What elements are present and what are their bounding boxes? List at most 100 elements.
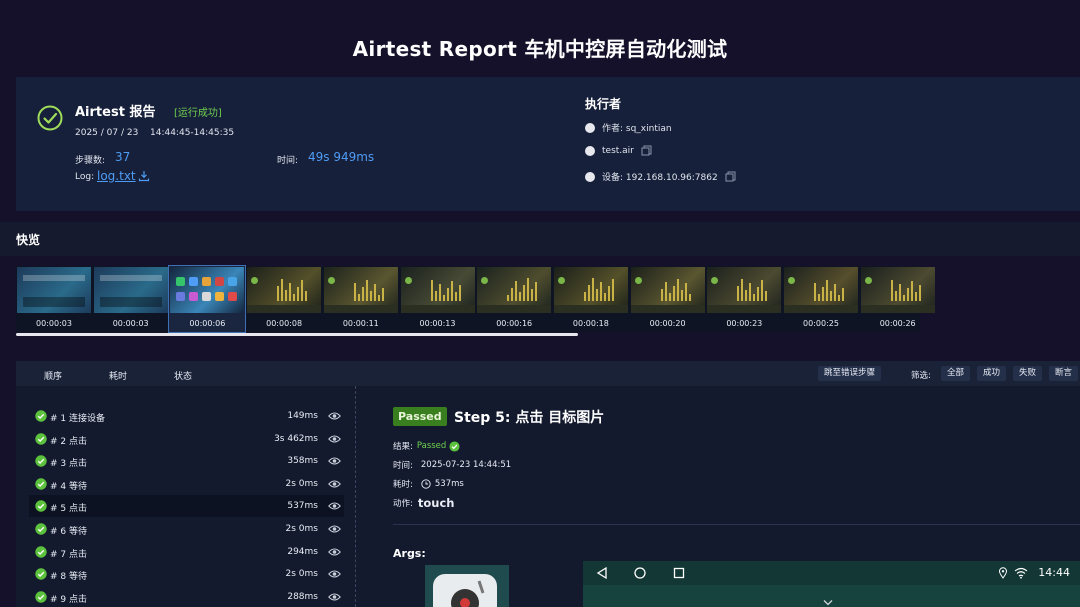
thumbnail-scrollbar[interactable] [16,333,578,336]
device-screenshot[interactable]: 14:44 [583,561,1080,607]
eye-icon[interactable] [328,592,341,602]
step-label: # 3 点击 [50,459,87,470]
detail-cost-row: 耗时: 537ms [393,478,464,490]
thumbnail[interactable]: 00:00:23 [706,266,782,332]
step-row[interactable]: # 4 等待 2s 0ms [29,473,344,495]
thumbnail-timestamp: 00:00:06 [189,319,226,328]
step-row[interactable]: # 2 点击 3s 462ms [29,428,344,450]
thumbnail-timestamp: 00:00:25 [803,319,839,328]
steps-header: 顺序 耗时 状态 跳至错误步骤 筛选: 全部 成功 失败 断言 [16,361,1080,386]
thumbnail-image [784,267,858,313]
result-value: Passed [416,441,447,451]
log-link[interactable]: log.txt [97,169,136,183]
col-time[interactable]: 耗时 [109,369,127,382]
android-status-bar: 14:44 [583,561,1080,585]
status-bar-time: 14:44 [1038,566,1070,579]
col-status[interactable]: 状态 [174,369,192,382]
summary-panel: Airtest 报告 [运行成功] 2025 / 07 / 23 14:44:4… [16,77,1080,211]
run-status: [运行成功] [174,108,222,119]
step-row[interactable]: # 7 点击 294ms [29,541,344,563]
thumbnail-timestamp: 00:00:03 [112,319,149,328]
report-time-range: 14:44:45-14:45:35 [150,128,235,138]
filter-assert-button[interactable]: 断言 [1049,366,1079,381]
step-duration: 288ms [287,591,318,602]
executor-script: test.air [602,145,634,156]
step-label: # 8 等待 [50,572,87,583]
executor-author: 作者: sq_xintian [602,124,672,134]
target-image[interactable] [425,565,509,607]
thumbnail-image [860,267,935,313]
detail-result-row: 结果: Passed [393,440,460,452]
step-success-icon [35,568,47,580]
result-check-icon [449,440,460,452]
report-title: Airtest 报告 [75,105,156,120]
step-row[interactable]: # 1 连接设备 149ms [29,405,344,427]
thumbnail[interactable]: 00:00:11 [323,266,399,332]
thumbnail[interactable]: 00:00:08 [246,266,322,332]
passed-badge: Passed [393,407,447,426]
action-value: touch [417,496,455,510]
filter-fail-button[interactable]: 失败 [1013,366,1043,381]
step-row[interactable]: # 9 点击 288ms [29,586,344,607]
step-success-icon [35,410,47,422]
thumbnail[interactable]: 00:00:03 [16,266,92,332]
eye-icon[interactable] [328,569,341,579]
eye-icon[interactable] [328,411,341,421]
thumbnail[interactable]: 00:00:18 [553,266,629,332]
executor-author-row: 作者: sq_xintian [585,121,672,134]
success-check-icon [37,105,63,131]
eye-icon[interactable] [328,456,341,466]
jump-error-button[interactable]: 跳至错误步骤 [818,366,882,381]
thumbnail-timestamp: 00:00:13 [419,319,456,328]
avatar-dot-icon [585,122,595,133]
thumbnail[interactable]: 00:00:20 [630,266,706,332]
thumbnail-timestamp: 00:00:20 [649,319,686,328]
step-label: # 5 点击 [50,504,87,515]
thumbnail[interactable]: 00:00:26 [860,266,936,332]
step-row[interactable]: # 8 等待 2s 0ms [29,563,344,585]
log-label: Log: [75,172,95,182]
thumbnail-image [17,267,91,313]
download-icon[interactable] [138,170,150,182]
detail-time-row: 时间: 2025-07-23 14:44:51 [393,459,511,471]
filter-success-button[interactable]: 成功 [977,366,1007,381]
clock-icon [421,479,431,489]
step-success-icon [35,432,47,445]
time-label: 时间: [393,461,413,471]
thumbnail[interactable]: 00:00:03 [93,266,169,332]
step-duration: 3s 462ms [274,433,318,444]
copy-icon[interactable] [725,171,736,182]
eye-icon[interactable] [328,479,341,489]
recents-icon [673,567,685,579]
eye-icon[interactable] [328,434,341,444]
thumbnail-image [630,267,705,313]
chevron-down-icon [823,600,833,606]
thumbnail-image [477,267,552,313]
result-label: 结果: [393,442,413,452]
detail-separator [393,524,1080,525]
thumbnail[interactable]: 00:00:16 [476,266,552,332]
thumbnail[interactable]: 00:00:25 [783,266,859,332]
script-dot-icon [585,145,595,156]
music-app-icon [433,574,497,607]
copy-icon[interactable] [641,145,652,156]
back-icon [596,566,607,580]
thumbnail[interactable]: 00:00:06 [168,265,247,333]
step-label: # 7 点击 [50,549,87,560]
step-row[interactable]: # 5 点击 537ms [29,495,344,518]
step-duration: 358ms [287,456,318,467]
filter-all-button[interactable]: 全部 [941,366,971,381]
eye-icon[interactable] [328,547,341,557]
col-order[interactable]: 顺序 [44,369,62,382]
eye-icon[interactable] [328,501,341,511]
executor-title: 执行者 [585,97,622,111]
eye-icon[interactable] [328,524,341,534]
wifi-icon [1014,567,1028,579]
action-label: 动作: [393,499,413,509]
step-success-icon [35,500,47,513]
step-row[interactable]: # 3 点击 358ms [29,450,344,472]
thumbnail[interactable]: 00:00:13 [400,266,476,332]
step-row[interactable]: # 6 等待 2s 0ms [29,518,344,540]
detail-action-row: 动作: touch [393,496,454,510]
quickview-title: 快览 [16,233,41,247]
